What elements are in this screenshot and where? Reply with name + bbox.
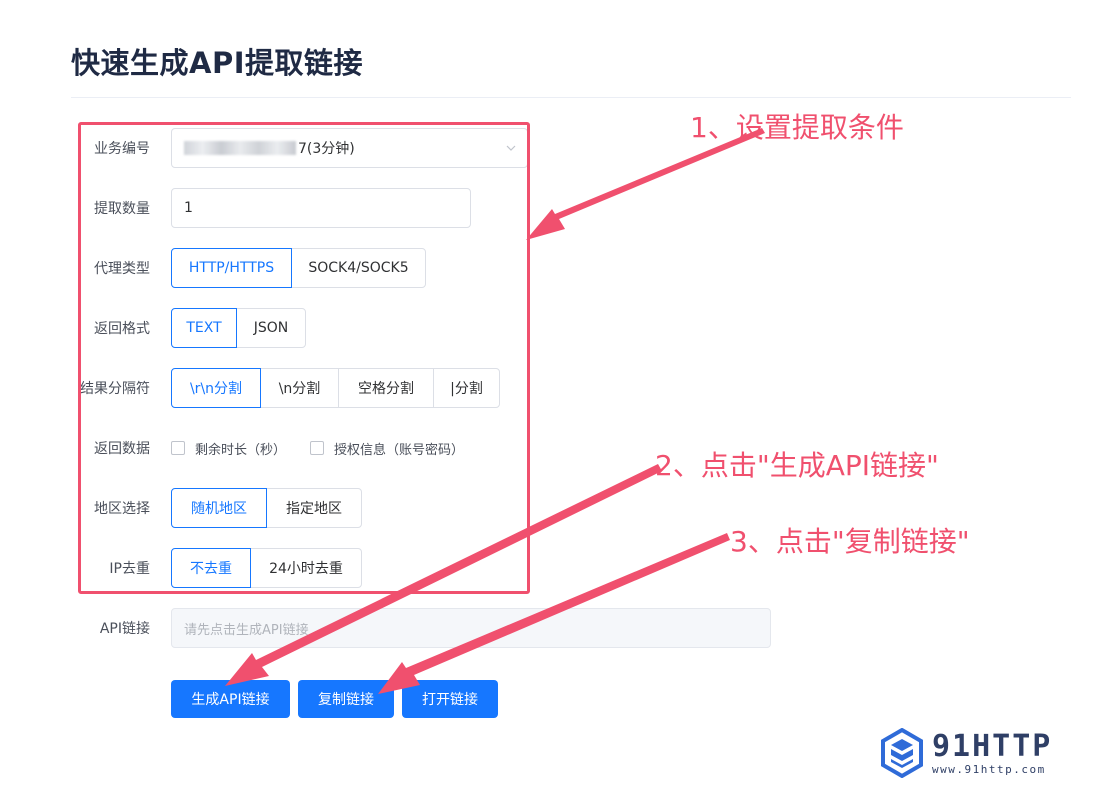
- business-select-value: 7(3分钟): [298, 141, 355, 157]
- checkbox-box[interactable]: [171, 441, 185, 455]
- return-data-options: 剩余时长（秒） 授权信息（账号密码）: [171, 428, 488, 468]
- proxy-type-sock[interactable]: SOCK4/SOCK5: [291, 248, 426, 288]
- copy-link-button[interactable]: 复制链接: [298, 680, 394, 718]
- row-api-link: API链接: [60, 608, 170, 648]
- page-title: 快速生成API提取链接: [71, 46, 363, 80]
- blurred-business-id: [184, 141, 296, 155]
- proxy-type-group: HTTP/HTTPS SOCK4/SOCK5: [171, 248, 426, 288]
- open-link-button[interactable]: 打开链接: [402, 680, 498, 718]
- quantity-value: 1: [184, 200, 193, 216]
- separator-label: 结果分隔符: [80, 381, 150, 397]
- checkbox-auth-info-label: 授权信息（账号密码）: [334, 442, 465, 458]
- proxy-type-http[interactable]: HTTP/HTTPS: [171, 248, 292, 288]
- return-format-label: 返回格式: [94, 321, 150, 337]
- row-separator: 结果分隔符: [58, 368, 170, 408]
- generate-api-link-button[interactable]: 生成API链接: [171, 680, 290, 718]
- separator-crlf[interactable]: \r\n分割: [171, 368, 261, 408]
- chevron-down-icon: [506, 145, 516, 151]
- api-link-label: API链接: [99, 621, 150, 637]
- checkbox-remaining-time-label: 剩余时长（秒）: [195, 442, 287, 458]
- annotation-step3: 3、点击"复制链接": [730, 525, 970, 558]
- separator-space[interactable]: 空格分割: [338, 368, 434, 408]
- row-quantity: 提取数量: [60, 188, 170, 228]
- annotation-step2: 2、点击"生成API链接": [655, 449, 939, 482]
- logo-name: 91HTTP: [932, 728, 1053, 764]
- title-divider: [71, 97, 1071, 98]
- return-data-label: 返回数据: [94, 441, 150, 457]
- proxy-type-label: 代理类型: [94, 261, 150, 277]
- row-proxy-type: 代理类型: [60, 248, 170, 288]
- format-text[interactable]: TEXT: [171, 308, 237, 348]
- row-return-data: 返回数据: [60, 428, 170, 468]
- checkbox-box[interactable]: [310, 441, 325, 455]
- quantity-input[interactable]: 1: [171, 188, 471, 228]
- checkbox-remaining-time[interactable]: 剩余时长（秒）: [171, 439, 286, 458]
- separator-pipe[interactable]: |分割: [433, 368, 500, 408]
- row-business: 业务编号: [60, 128, 170, 168]
- ip-dedup-group: 不去重 24小时去重: [171, 548, 362, 588]
- dedup-none[interactable]: 不去重: [171, 548, 251, 588]
- logo-url: www.91http.com: [932, 762, 1046, 776]
- quantity-label: 提取数量: [94, 201, 150, 217]
- annotation-step1: 1、设置提取条件: [690, 111, 904, 144]
- row-return-format: 返回格式: [60, 308, 170, 348]
- region-label: 地区选择: [94, 501, 150, 517]
- separator-group: \r\n分割 \n分割 空格分割 |分割: [171, 368, 500, 408]
- business-label: 业务编号: [94, 141, 150, 157]
- region-random[interactable]: 随机地区: [171, 488, 267, 528]
- api-link-placeholder: 请先点击生成API链接: [184, 622, 309, 638]
- brand-logo: 91HTTP www.91http.com: [880, 728, 1070, 778]
- separator-lf[interactable]: \n分割: [260, 368, 339, 408]
- business-select[interactable]: 7(3分钟): [171, 128, 528, 168]
- ip-dedup-label: IP去重: [109, 561, 150, 577]
- region-group: 随机地区 指定地区: [171, 488, 362, 528]
- return-format-group: TEXT JSON: [171, 308, 306, 348]
- hexagon-logo-icon: [881, 728, 923, 778]
- region-specified[interactable]: 指定地区: [266, 488, 362, 528]
- dedup-24h[interactable]: 24小时去重: [250, 548, 362, 588]
- api-link-input[interactable]: 请先点击生成API链接: [171, 608, 771, 648]
- format-json[interactable]: JSON: [236, 308, 306, 348]
- checkbox-auth-info[interactable]: 授权信息（账号密码）: [310, 439, 464, 458]
- row-ip-dedup: IP去重: [60, 548, 170, 588]
- row-region: 地区选择: [60, 488, 170, 528]
